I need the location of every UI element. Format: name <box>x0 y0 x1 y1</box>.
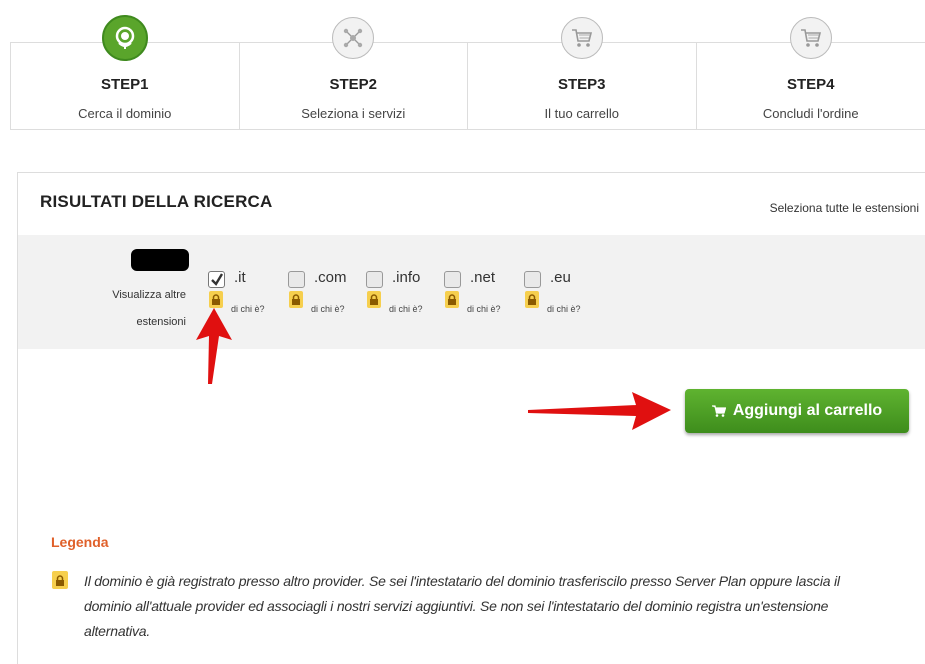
search-results-panel: RISULTATI DELLA RICERCA Seleziona tutte … <box>17 172 925 664</box>
extension-name: .info <box>392 269 421 286</box>
extension-checkbox[interactable] <box>524 271 541 288</box>
cart-icon <box>560 17 603 59</box>
cart-icon <box>711 405 726 417</box>
lock-icon <box>367 291 381 308</box>
step-1[interactable]: STEP1 Cerca il dominio <box>11 15 240 129</box>
network-icon <box>332 17 375 59</box>
step-2[interactable]: STEP2 Seleziona i servizi <box>240 17 468 129</box>
step-subtitle: Il tuo carrello <box>544 106 619 121</box>
select-all-extensions-link[interactable]: Seleziona tutte le estensioni <box>770 201 919 215</box>
step-title: STEP4 <box>786 76 835 93</box>
lock-icon <box>445 291 459 308</box>
lock-icon <box>525 291 539 308</box>
globe-icon <box>101 15 148 61</box>
cart-icon <box>789 17 832 59</box>
step-subtitle: Seleziona i servizi <box>301 106 406 121</box>
extension-name: .com <box>314 269 347 286</box>
extension-checkbox[interactable] <box>444 271 461 288</box>
whois-link[interactable]: di chi è? <box>231 304 265 314</box>
step-4[interactable]: STEP4 Concludi l'ordine <box>697 17 925 129</box>
checkout-steps: STEP1 Cerca il dominio STEP2 Seleziona i… <box>10 15 925 130</box>
extensions-bar: Visualizza altre estensioni .it di chi è… <box>18 235 925 349</box>
lock-icon <box>52 571 68 589</box>
results-title: RISULTATI DELLA RICERCA <box>40 192 273 211</box>
whois-link[interactable]: di chi è? <box>311 304 345 314</box>
add-to-cart-label: Aggiungi al carrello <box>732 402 883 419</box>
step-3[interactable]: STEP3 Il tuo carrello <box>468 17 697 129</box>
lock-icon <box>289 291 303 308</box>
add-to-cart-button[interactable]: Aggiungi al carrello <box>685 389 909 433</box>
extension-name: .eu <box>550 269 571 286</box>
extension-checkbox[interactable] <box>366 271 383 288</box>
redacted-block <box>131 249 189 271</box>
extension-checkbox[interactable] <box>288 271 305 288</box>
step-subtitle: Cerca il dominio <box>78 106 172 121</box>
whois-link[interactable]: di chi è? <box>389 304 423 314</box>
step-title: STEP3 <box>557 76 606 93</box>
extension-name: .it <box>234 269 246 286</box>
extension-name: .net <box>470 269 496 286</box>
show-more-extensions-label: Visualizza altre estensioni <box>112 289 186 328</box>
step-subtitle: Concludi l'ordine <box>762 106 859 121</box>
whois-link[interactable]: di chi è? <box>547 304 581 314</box>
legend-text: Il dominio è già registrato presso altro… <box>84 573 840 639</box>
lock-icon <box>209 291 223 308</box>
extension-checkbox[interactable] <box>208 271 225 288</box>
step-title: STEP2 <box>329 76 378 93</box>
legend-title: Legenda <box>51 534 109 550</box>
step-title: STEP1 <box>100 76 149 93</box>
whois-link[interactable]: di chi è? <box>467 304 501 314</box>
